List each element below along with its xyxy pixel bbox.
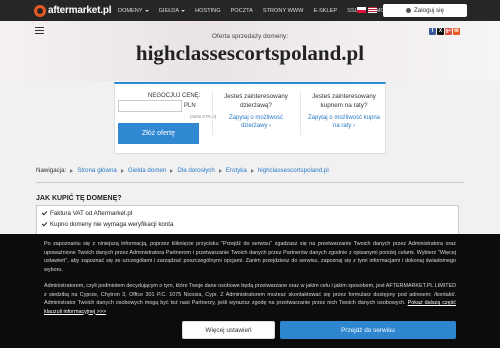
- flag-pl-icon[interactable]: [357, 7, 366, 13]
- breadcrumb-item[interactable]: Dla dorosłych: [177, 167, 215, 174]
- lease-question: Jesteś zainteresowany dzierżawą?: [224, 93, 288, 109]
- submit-offer-button[interactable]: Złóż ofertę: [118, 123, 199, 144]
- nav-item-domeny[interactable]: DOMENY: [118, 8, 149, 14]
- breadcrumb-label: Nawigacja:: [36, 167, 67, 174]
- breadcrumb: Nawigacja: Strona główna Giełda domen Dl…: [36, 167, 329, 174]
- check-icon: [41, 220, 48, 227]
- chevron-down-icon: [144, 9, 149, 12]
- nav-item-e-sklep[interactable]: E-SKLEP: [313, 8, 337, 14]
- chevron-right-icon: [170, 168, 174, 173]
- logo-text: aftermarket.pl: [48, 5, 112, 16]
- divider: [212, 91, 213, 135]
- more-settings-button[interactable]: Więcej ustawień: [182, 321, 275, 339]
- nav-item-poczta[interactable]: POCZTA: [231, 8, 253, 14]
- feature-item: Faktura VAT od Aftermarket.pl: [41, 209, 132, 217]
- nav-item-gielda[interactable]: GIEŁDA: [159, 8, 186, 14]
- chevron-right-icon: [250, 168, 254, 173]
- installment-question: Jesteś zainteresowany kupnem na raty?: [312, 93, 376, 109]
- flag-en-icon[interactable]: [368, 7, 377, 13]
- installment-link[interactable]: Zapytaj o możliwość kupna na raty ›: [306, 114, 382, 130]
- domain-title: highclassescortspoland.pl: [135, 41, 365, 65]
- cookie-paragraph: Administratorem, czyli podmiotem decyduj…: [44, 283, 456, 315]
- chevron-down-icon: [181, 9, 186, 12]
- cookie-paragraph: Po zapoznaniu się z niniejszą informacją…: [44, 241, 456, 273]
- price-label: NEGOCJUJ CENĘ:: [148, 93, 201, 99]
- chevron-right-icon: [218, 168, 222, 173]
- lease-link[interactable]: Zapytaj o możliwość dzierżawy ›: [218, 114, 294, 130]
- user-icon: [406, 8, 412, 13]
- breadcrumb-item[interactable]: Erotyka: [226, 167, 247, 174]
- price-input[interactable]: [118, 100, 182, 112]
- breadcrumb-item[interactable]: Strona główna: [77, 167, 117, 174]
- check-icon: [41, 209, 48, 216]
- currency-label: PLN: [184, 103, 196, 109]
- login-button[interactable]: Zaloguj się: [383, 4, 467, 17]
- how-to-buy-title: JAK KUPIĆ TĘ DOMENĘ?: [36, 195, 122, 202]
- go-to-site-button[interactable]: Przejdź do serwisu: [280, 321, 456, 339]
- chevron-right-icon: [70, 168, 74, 173]
- logo-icon: [34, 4, 46, 17]
- divider: [300, 91, 301, 135]
- nav-item-hosting[interactable]: HOSTING: [195, 8, 220, 14]
- logo[interactable]: aftermarket.pl: [34, 3, 112, 18]
- offer-label: Oferta sprzedaży domeny:: [211, 33, 289, 40]
- feature-item: Kupno domeny nie wymaga weryfikacji kont…: [41, 220, 173, 228]
- breadcrumb-item[interactable]: Giełda domen: [128, 167, 167, 174]
- divider: [36, 182, 464, 183]
- chevron-right-icon: [120, 168, 124, 173]
- breadcrumb-item[interactable]: highclassescortspoland.pl: [258, 167, 329, 174]
- nav-item-strony-www[interactable]: STRONY WWW: [263, 8, 304, 14]
